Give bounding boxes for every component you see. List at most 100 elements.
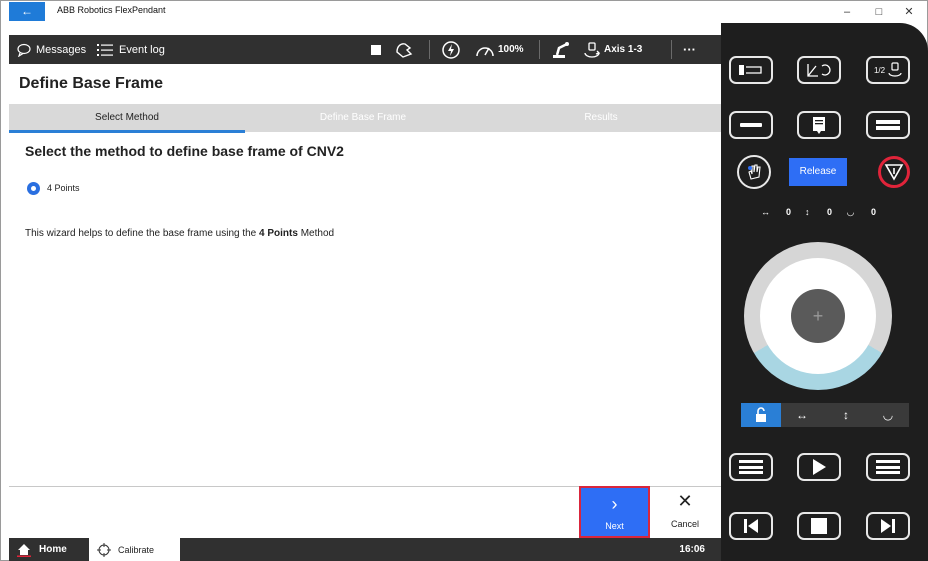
robot-arm-icon [553, 41, 569, 58]
mechanical-unit-button[interactable] [551, 35, 571, 64]
readout-rotation-icon: ◡ [847, 207, 854, 217]
pendant-hardware-panel: 1/2 Release ↔ 0 ↕ 0 ◡ 0 + ↔ ↕ ◡ [721, 23, 928, 561]
close-icon: ✕ [677, 491, 693, 511]
tool-gripper-icon [739, 65, 762, 75]
next-button[interactable]: › Next [579, 486, 650, 538]
unlock-icon [756, 407, 766, 422]
programmable-key-4[interactable] [729, 111, 773, 139]
list-bars-icon [876, 460, 900, 474]
skip-back-icon [744, 519, 758, 533]
messages-button[interactable]: Messages [17, 35, 86, 64]
method-radio-4-points[interactable] [27, 182, 40, 195]
step-select-method[interactable]: Select Method [9, 104, 245, 132]
close-button[interactable]: ✕ [897, 3, 921, 21]
toolbar-divider [429, 40, 430, 59]
active-step-indicator [9, 130, 245, 133]
motor-status-button[interactable] [393, 35, 415, 64]
stop-square-icon [371, 44, 381, 55]
step-results[interactable]: Results [481, 104, 721, 132]
programmable-key-3[interactable]: 1/2 [866, 56, 910, 84]
cancel-button[interactable]: ✕ Cancel [660, 491, 710, 535]
window-title: ABB Robotics FlexPendant [57, 5, 166, 15]
home-button[interactable]: Home [17, 538, 67, 561]
top-toolbar: Messages Event log 100% Axis 1-3 ··· [9, 35, 721, 64]
speed-value: 100% [498, 44, 524, 55]
readout-horizontal-value: 0 [786, 207, 792, 217]
skip-forward-icon [881, 519, 895, 533]
axis-rotation-icon [584, 41, 601, 58]
event-log-label: Event log [119, 43, 165, 56]
speedometer-icon [476, 46, 494, 56]
home-icon [17, 543, 31, 557]
event-log-button[interactable]: Event log [97, 35, 165, 64]
readout-vertical-value: 0 [827, 207, 833, 217]
emergency-stop-button[interactable] [878, 156, 910, 188]
release-button[interactable]: Release [789, 158, 847, 186]
section-title: Select the method to define base frame o… [25, 143, 344, 159]
programmable-key-6[interactable] [866, 111, 910, 139]
step-forward-button[interactable] [866, 512, 910, 540]
chat-bubble-icon [17, 43, 31, 57]
chevron-right-icon: › [611, 494, 618, 514]
messages-label: Messages [36, 43, 87, 56]
operation-mode-button[interactable] [441, 35, 461, 64]
toolbar-divider [671, 40, 672, 59]
readout-rotation-value: 0 [871, 207, 877, 217]
maximize-button[interactable]: □ [867, 3, 891, 21]
programmable-key-1[interactable] [729, 56, 773, 84]
title-bar: ← ABB Robotics FlexPendant – □ ✕ [1, 1, 927, 23]
stop-button[interactable] [797, 512, 841, 540]
programmable-key-5[interactable] [797, 111, 841, 139]
lightning-circle-icon [442, 40, 460, 59]
joystick[interactable]: + [744, 242, 892, 390]
crosshair-icon [97, 542, 111, 557]
step-backward-button[interactable] [729, 512, 773, 540]
description-suffix: Method [297, 228, 335, 239]
list-bars-icon [739, 460, 763, 474]
joystick-knob[interactable]: + [791, 289, 845, 343]
page-title: Define Base Frame [19, 75, 164, 92]
speed-button[interactable]: 100% [475, 35, 524, 64]
step-define-base-frame[interactable]: Define Base Frame [245, 104, 481, 132]
enable-device-button[interactable] [737, 155, 771, 189]
axis-rotation-icon [888, 62, 902, 77]
wizard-description: This wizard helps to define the base fra… [25, 228, 334, 239]
wizard-steps: Select Method Define Base Frame Results [9, 104, 721, 132]
axis-label: Axis 1-3 [604, 44, 643, 55]
more-button[interactable]: ··· [683, 35, 696, 64]
back-button[interactable]: ← [9, 2, 45, 21]
start-button[interactable] [797, 453, 841, 481]
home-label: Home [39, 544, 67, 555]
frame-rotate-icon [807, 64, 831, 77]
emergency-stop-icon [884, 164, 904, 181]
radio-label[interactable]: 4 Points [47, 183, 80, 193]
minimize-button[interactable]: – [835, 3, 859, 21]
description-text: This wizard helps to define the base fra… [25, 228, 260, 239]
toolbar-divider [539, 40, 540, 59]
jog-mode-button[interactable]: Axis 1-3 [583, 35, 642, 64]
stop-status-button[interactable] [371, 35, 381, 64]
lock-toggle[interactable] [741, 403, 781, 427]
jog-horizontal-toggle[interactable]: ↔ [781, 403, 823, 427]
hand-icon [396, 42, 413, 58]
ratio-label: 1/2 [873, 65, 886, 75]
description-method: 4 Points [259, 228, 298, 239]
double-bar-icon [876, 120, 900, 130]
calibrate-app-tab[interactable]: Calibrate [89, 538, 180, 561]
joystick-inner-ring: + [760, 258, 876, 374]
flexpendant-window: ← ABB Robotics FlexPendant – □ ✕ Message… [0, 0, 928, 561]
hand-touch-icon [748, 164, 761, 180]
program-control-left[interactable] [729, 453, 773, 481]
jog-vertical-toggle[interactable]: ↕ [825, 403, 867, 427]
cancel-label: Cancel [670, 519, 699, 529]
jog-rotation-toggle[interactable]: ◡ [867, 403, 909, 427]
program-control-right[interactable] [866, 453, 910, 481]
next-label: Next [605, 521, 624, 531]
list-icon [97, 43, 113, 56]
main-content [9, 64, 721, 537]
calibrate-label: Calibrate [118, 544, 155, 555]
play-icon [813, 459, 826, 475]
readout-vertical-icon: ↕ [805, 207, 810, 217]
programmable-key-2[interactable] [797, 56, 841, 84]
jog-direction-bar: ↔ ↕ ◡ [741, 403, 909, 427]
